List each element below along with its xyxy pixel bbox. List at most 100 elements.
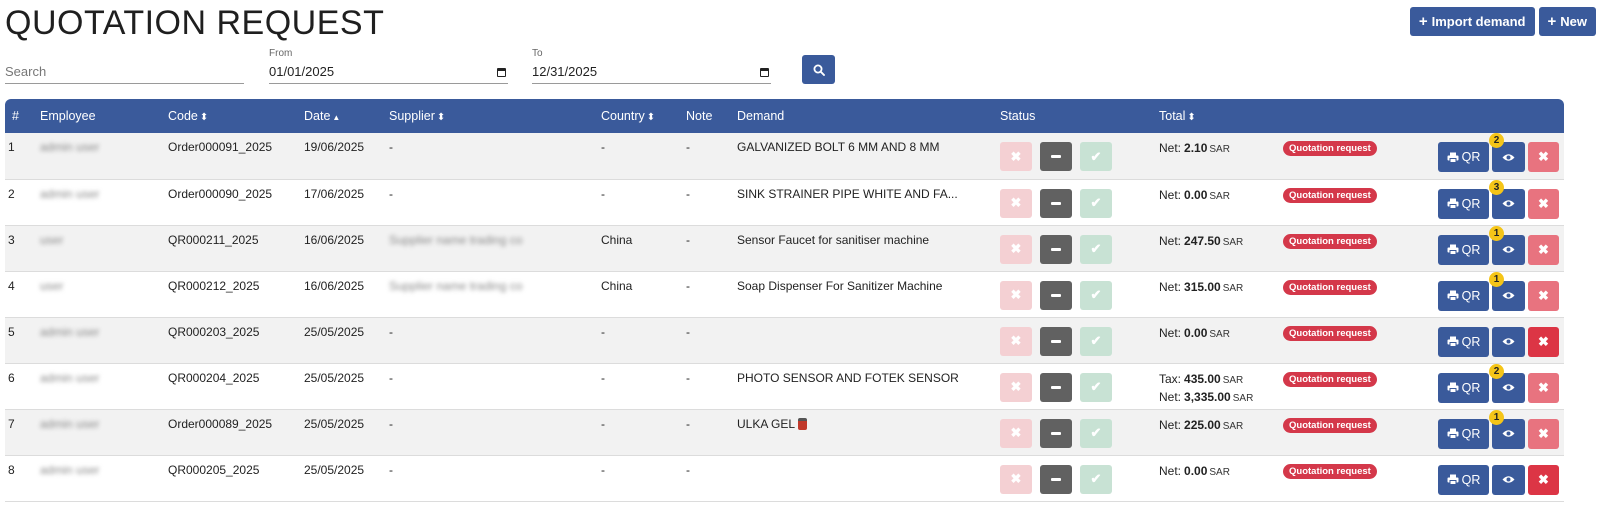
to-date-input[interactable] [532, 64, 753, 79]
print-qr-button[interactable]: QR [1438, 464, 1489, 495]
status-cell: ✖ ✔ [996, 271, 1155, 317]
status-badge: Quotation request [1283, 187, 1377, 203]
row-number: 6 [8, 370, 15, 385]
print-qr-button[interactable]: QR [1438, 280, 1489, 311]
header-total[interactable]: Total ⬍ [1155, 99, 1279, 133]
delete-button[interactable]: ✖ [1528, 280, 1559, 311]
view-button[interactable]: 1 [1489, 409, 1525, 449]
reject-button[interactable]: ✖ [1000, 464, 1032, 494]
total-line: Net: 3,335.00 SAR [1159, 389, 1275, 407]
approve-button[interactable]: ✔ [1080, 234, 1112, 264]
supplier-cell: - [385, 317, 597, 363]
view-button[interactable] [1492, 464, 1525, 495]
employee-name: user [40, 278, 64, 293]
reject-button[interactable]: ✖ [1000, 326, 1032, 356]
calendar-icon[interactable] [497, 68, 506, 77]
view-button[interactable]: 3 [1489, 179, 1525, 219]
delete-button[interactable]: ✖ [1528, 464, 1559, 495]
reject-button[interactable]: ✖ [1000, 280, 1032, 310]
total-currency: SAR [1222, 236, 1244, 248]
view-button[interactable]: 2 [1489, 133, 1525, 172]
delete-button[interactable]: ✖ [1528, 142, 1559, 172]
delete-button[interactable]: ✖ [1528, 418, 1559, 449]
badge-cell: Quotation request [1279, 409, 1429, 455]
country-cell: - [601, 462, 605, 477]
total-amount: 435.00 [1184, 371, 1221, 386]
print-qr-button[interactable]: QR [1438, 234, 1489, 265]
view-button[interactable]: 1 [1489, 271, 1525, 311]
minus-icon [1051, 247, 1061, 251]
total-currency: SAR [1222, 420, 1244, 432]
total-amount: 247.50 [1184, 233, 1221, 248]
employee-cell: admin user [36, 179, 164, 225]
actions-cell: QR 1 ✖ [1429, 225, 1564, 271]
print-qr-button[interactable]: QR [1438, 188, 1489, 219]
code-cell: QR000204_2025 [168, 370, 260, 385]
note-cell: - [686, 232, 690, 247]
approve-button[interactable]: ✔ [1080, 188, 1112, 218]
reject-button[interactable]: ✖ [1000, 234, 1032, 264]
status-badge: Quotation request [1283, 279, 1377, 295]
header-country[interactable]: Country ⬍ [597, 99, 682, 133]
search-input[interactable] [5, 64, 226, 79]
code-cell: Order000090_2025 [168, 186, 273, 201]
print-qr-button[interactable]: QR [1438, 372, 1489, 403]
print-qr-button[interactable]: QR [1438, 142, 1489, 172]
pending-button[interactable] [1040, 464, 1072, 494]
code-cell: Order000091_2025 [168, 140, 273, 154]
demand-cell: PHOTO SENSOR AND FOTEK SENSOR [733, 363, 996, 409]
view-button[interactable]: 2 [1489, 363, 1525, 403]
reject-button[interactable]: ✖ [1000, 142, 1032, 171]
pending-button[interactable] [1040, 326, 1072, 356]
header-code[interactable]: Code ⬍ [164, 99, 300, 133]
pending-button[interactable] [1040, 188, 1072, 218]
approve-button[interactable]: ✔ [1080, 280, 1112, 310]
reject-button[interactable]: ✖ [1000, 188, 1032, 218]
supplier-name: Supplier name trading co [389, 278, 523, 293]
pending-button[interactable] [1040, 234, 1072, 264]
sort-icon: ⬍ [199, 112, 209, 123]
pending-button[interactable] [1040, 280, 1072, 310]
sort-asc-icon: ▲ [332, 113, 341, 122]
delete-button[interactable]: ✖ [1528, 188, 1559, 219]
header-note: Note [686, 109, 713, 123]
employee-cell: admin user [36, 133, 164, 179]
top-actions: + Import demand + New [1409, 7, 1596, 36]
print-qr-button[interactable]: QR [1438, 326, 1489, 357]
import-demand-button[interactable]: + Import demand [1409, 7, 1535, 36]
view-count-badge: 2 [1489, 133, 1504, 148]
delete-button[interactable]: ✖ [1528, 326, 1559, 357]
search-button[interactable] [802, 55, 835, 84]
approve-button[interactable]: ✔ [1080, 464, 1112, 494]
total-label: Net: [1159, 389, 1182, 404]
reject-button[interactable]: ✖ [1000, 372, 1032, 402]
approve-button[interactable]: ✔ [1080, 142, 1112, 171]
from-date-input[interactable] [269, 64, 490, 79]
header-supplier[interactable]: Supplier ⬍ [385, 99, 597, 133]
table-row: 8 admin user QR000205_2025 25/05/2025- - - ✖ ✔ N… [5, 455, 1564, 501]
pending-button[interactable] [1040, 372, 1072, 402]
check-icon: ✔ [1090, 379, 1102, 394]
view-button[interactable]: 1 [1489, 225, 1525, 265]
pending-button[interactable] [1040, 142, 1072, 171]
delete-button[interactable]: ✖ [1528, 372, 1559, 403]
header-date[interactable]: Date ▲ [300, 99, 385, 133]
pending-button[interactable] [1040, 418, 1072, 448]
supplier-cell: Supplier name trading co [385, 225, 597, 271]
close-icon: ✖ [1010, 195, 1022, 210]
approve-button[interactable]: ✔ [1080, 372, 1112, 402]
employee-cell: admin user [36, 455, 164, 501]
calendar-icon[interactable] [760, 68, 769, 77]
approve-button[interactable]: ✔ [1080, 418, 1112, 448]
minus-icon [1051, 293, 1061, 297]
reject-button[interactable]: ✖ [1000, 418, 1032, 448]
print-qr-button[interactable]: QR [1438, 418, 1489, 449]
row-number: 4 [8, 278, 15, 293]
total-cell: Net: 0.00 SAR [1155, 179, 1279, 225]
note-cell: - [686, 324, 690, 339]
delete-button[interactable]: ✖ [1528, 234, 1559, 265]
approve-button[interactable]: ✔ [1080, 326, 1112, 356]
new-button[interactable]: + New [1538, 7, 1596, 36]
view-button[interactable] [1492, 326, 1525, 357]
printer-icon [1447, 290, 1459, 301]
